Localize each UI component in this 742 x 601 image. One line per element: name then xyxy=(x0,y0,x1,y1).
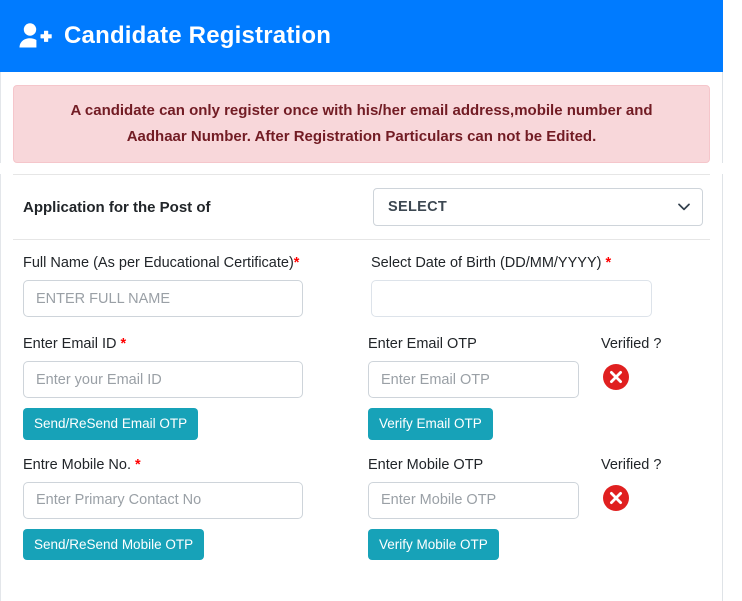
mobile-label-text: Entre Mobile No. xyxy=(23,456,131,473)
page-header: Candidate Registration xyxy=(0,0,723,72)
alert-line-1: A candidate can only register once with … xyxy=(70,102,653,119)
post-select-value: SELECT xyxy=(388,199,447,215)
full-name-input[interactable] xyxy=(23,280,303,317)
send-mobile-otp-button[interactable]: Send/ReSend Mobile OTP xyxy=(23,528,205,560)
email-verified-label: Verified ? xyxy=(600,336,662,352)
email-otp-input[interactable] xyxy=(367,361,579,398)
mobile-otp-label: Enter Mobile OTP xyxy=(367,456,484,473)
chevron-down-icon xyxy=(678,203,690,211)
email-label: Enter Email ID * xyxy=(23,335,368,353)
row-email: Enter Email ID * Send/ReSend Email OTP E… xyxy=(13,335,710,440)
post-selection-row: Application for the Post of SELECT xyxy=(1,175,722,239)
email-label-text: Enter Email ID xyxy=(23,336,117,352)
form-container: Application for the Post of SELECT Full … xyxy=(0,174,723,601)
mobile-otp-group: Enter Mobile OTP Verify Mobile OTP xyxy=(367,456,601,560)
user-plus-icon xyxy=(19,23,52,48)
required-asterisk: * xyxy=(293,255,300,271)
verify-email-otp-button[interactable]: Verify Email OTP xyxy=(367,408,493,440)
post-select[interactable]: SELECT xyxy=(373,188,703,226)
mobile-verified-group: Verified ? xyxy=(601,456,710,512)
row-mobile: Entre Mobile No. * Send/ReSend Mobile OT… xyxy=(13,456,710,560)
dob-label-text: Select Date of Birth (DD/MM/YYYY) xyxy=(371,255,602,271)
full-name-group: Full Name (As per Educational Certificat… xyxy=(13,254,371,317)
send-email-otp-button[interactable]: Send/ReSend Email OTP xyxy=(23,408,199,440)
email-group: Enter Email ID * Send/ReSend Email OTP xyxy=(13,335,368,440)
full-name-label-text: Full Name (As per Educational Certificat… xyxy=(23,255,294,271)
registration-page: Candidate Registration A candidate can o… xyxy=(0,0,742,601)
page-title: Candidate Registration xyxy=(64,22,332,49)
mobile-otp-input[interactable] xyxy=(367,481,579,519)
required-asterisk: * xyxy=(120,336,127,352)
full-name-label: Full Name (As per Educational Certificat… xyxy=(23,254,371,272)
post-label: Application for the Post of xyxy=(23,198,211,216)
required-asterisk: * xyxy=(605,255,612,271)
mobile-label: Entre Mobile No. * xyxy=(23,456,368,474)
alert-container: A candidate can only register once with … xyxy=(0,72,723,163)
email-input[interactable] xyxy=(23,361,303,398)
dob-group: Select Date of Birth (DD/MM/YYYY) * xyxy=(371,254,652,317)
mobile-group: Entre Mobile No. * Send/ReSend Mobile OT… xyxy=(13,456,368,560)
alert-line-2: Aadhaar Number. After Registration Parti… xyxy=(126,128,597,145)
registration-notice-alert: A candidate can only register once with … xyxy=(13,85,710,163)
dob-input[interactable] xyxy=(371,280,652,317)
dob-label: Select Date of Birth (DD/MM/YYYY) * xyxy=(371,254,652,272)
circle-x-icon xyxy=(602,484,629,511)
circle-x-icon xyxy=(602,364,629,390)
required-asterisk: * xyxy=(135,456,141,473)
email-verified-group: Verified ? xyxy=(601,335,710,391)
row-name-dob: Full Name (As per Educational Certificat… xyxy=(13,254,710,317)
email-otp-group: Enter Email OTP Verify Email OTP xyxy=(367,335,601,440)
verify-mobile-otp-button[interactable]: Verify Mobile OTP xyxy=(367,528,499,560)
email-otp-label: Enter Email OTP xyxy=(367,336,477,352)
mobile-verified-label: Verified ? xyxy=(600,456,662,473)
fields-grid: Full Name (As per Educational Certificat… xyxy=(1,240,722,560)
mobile-input[interactable] xyxy=(23,481,303,519)
